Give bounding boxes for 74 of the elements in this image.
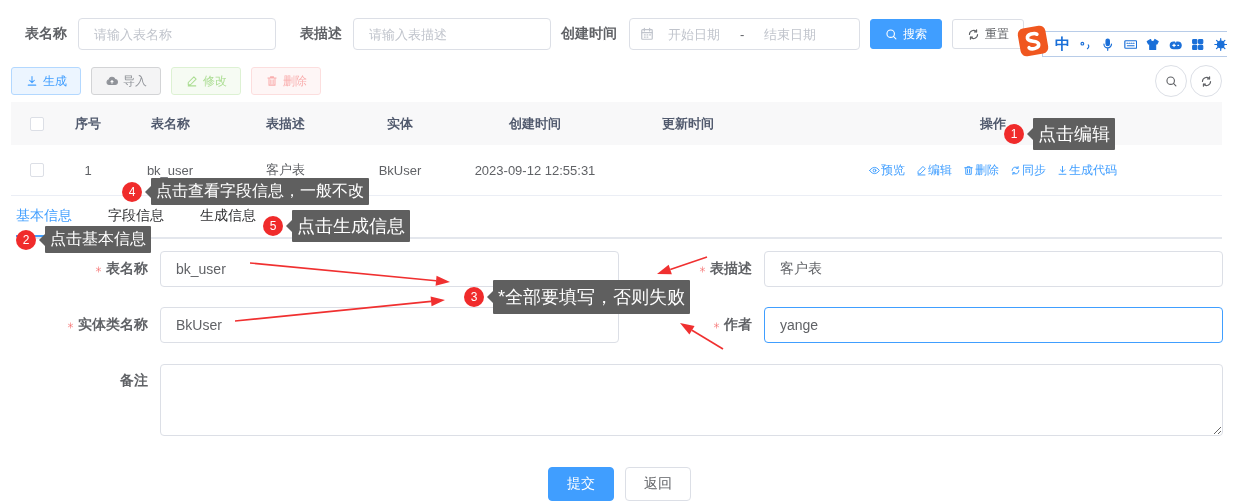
table-cell: BkUser: [378, 162, 422, 178]
table-cell: 1: [84, 162, 92, 178]
ime-mode-button[interactable]: 中: [1055, 34, 1070, 54]
pencil-icon: [185, 75, 198, 87]
pencil-icon: [915, 164, 927, 176]
eye-icon: [868, 164, 880, 176]
step-number-badge: 4: [122, 181, 142, 202]
trash-icon: [265, 75, 278, 87]
start-date-input[interactable]: 开始日期: [654, 26, 734, 42]
table-cell: bk_user: [146, 162, 194, 178]
cloud-upload-icon: [105, 75, 118, 87]
download-icon: [25, 75, 38, 87]
form-input[interactable]: 客户表: [764, 251, 1223, 287]
annotation-tooltip: 点击编辑: [1027, 118, 1115, 150]
column-header: 表名称: [150, 114, 190, 133]
reset-button[interactable]: 重置: [952, 19, 1024, 49]
sync-link[interactable]: 同步: [1009, 161, 1046, 179]
form-label: 表描述: [710, 260, 752, 278]
step-number-badge: 5: [263, 216, 283, 236]
annotation-tooltip: *全部要填写，否则失败: [487, 280, 690, 314]
date-range-field[interactable]: 开始日期 - 结束日期: [629, 18, 860, 50]
column-header: 操作: [979, 114, 1006, 133]
annotation-tooltip: 点击查看字段信息，一般不改: [145, 178, 369, 205]
filter-label: 创建时间: [561, 25, 617, 43]
gear-icon[interactable]: [1213, 35, 1227, 53]
date-separator: -: [740, 26, 745, 42]
form-label: 表名称: [106, 260, 148, 278]
table-cell: 客户表: [265, 161, 305, 179]
step-number-badge: 2: [16, 229, 36, 250]
form-input[interactable]: yange: [764, 307, 1223, 343]
sync-icon: [1009, 164, 1021, 176]
search-icon: [1164, 74, 1178, 88]
trash-icon: [962, 164, 974, 176]
form-label: 作者: [724, 316, 752, 334]
filter-label: 表描述: [300, 25, 342, 43]
generate-button[interactable]: 生成: [11, 67, 81, 95]
annotation-tooltip: 点击生成信息: [286, 210, 410, 242]
end-date-input[interactable]: 结束日期: [750, 26, 831, 42]
back-button[interactable]: 返回: [625, 467, 691, 501]
search-icon: [885, 27, 898, 41]
arrow: [657, 256, 708, 275]
filter-label: 表名称: [25, 25, 67, 43]
generate-code-link[interactable]: 生成代码: [1056, 161, 1117, 179]
import-button[interactable]: 导入: [91, 67, 161, 95]
calendar-icon: [640, 27, 654, 41]
microphone-icon[interactable]: [1101, 35, 1115, 53]
column-header: 表描述: [265, 114, 305, 133]
column-header: 创建时间: [509, 114, 561, 133]
download-icon: [1056, 164, 1068, 176]
form-label: 实体类名称: [78, 316, 148, 334]
annotation-tooltip: 点击基本信息: [39, 226, 151, 253]
filter-input[interactable]: 请输入表名称: [78, 18, 276, 50]
filter-input[interactable]: 请输入表描述: [353, 18, 551, 50]
preview-link[interactable]: 预览: [868, 161, 905, 179]
edit-link[interactable]: 编辑: [915, 161, 952, 179]
checkbox[interactable]: [30, 163, 44, 177]
refresh-button[interactable]: [1190, 65, 1222, 97]
column-header: 实体: [387, 114, 413, 133]
table-cell: 2023-09-12 12:55:31: [474, 162, 596, 178]
arrow: [680, 323, 724, 350]
checkbox[interactable]: [30, 116, 44, 131]
delete-link[interactable]: 删除: [962, 161, 999, 179]
submit-button[interactable]: 提交: [548, 467, 614, 501]
search-toggle-button[interactable]: [1155, 65, 1187, 97]
search-button[interactable]: 搜索: [870, 19, 942, 49]
refresh-icon: [1199, 74, 1213, 88]
form-input[interactable]: BkUser: [160, 307, 619, 343]
refresh-icon: [967, 27, 980, 41]
step-number-badge: 3: [464, 287, 484, 307]
form-label: 备注: [120, 371, 148, 390]
form-input[interactable]: bk_user: [160, 251, 619, 287]
column-header: 更新时间: [662, 114, 714, 133]
remark-field[interactable]: [160, 364, 1223, 436]
column-header: 序号: [75, 114, 101, 133]
